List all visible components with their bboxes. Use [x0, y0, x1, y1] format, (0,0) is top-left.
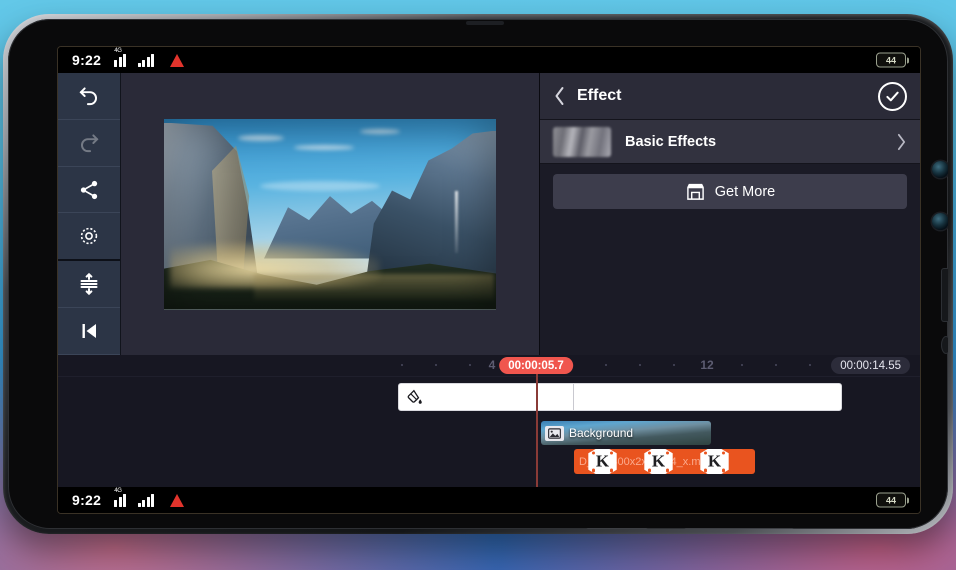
skip-to-start-icon — [82, 324, 96, 339]
kinemaster-logo-letter: K — [707, 451, 722, 471]
chevron-left-icon — [555, 87, 564, 105]
panel-title: Effect — [577, 87, 622, 104]
effect-panel-header: Effect — [540, 73, 920, 120]
signal-bars-icon — [137, 53, 155, 67]
jump-to-start-button[interactable] — [58, 308, 120, 355]
playhead-time-badge[interactable]: 00:00:05.7 — [499, 357, 573, 374]
rear-camera-lens-icon — [932, 213, 948, 230]
expand-timeline-button[interactable] — [58, 261, 120, 309]
video-preview[interactable] — [164, 118, 496, 310]
kinemaster-logo-icon: K — [644, 449, 673, 474]
undo-button[interactable] — [58, 73, 120, 120]
power-button[interactable] — [942, 337, 948, 353]
share-icon — [80, 180, 98, 199]
background-clip-label: Background — [569, 426, 634, 440]
timeline-ruler[interactable]: 4 12 00:00:05.7 00:00:14.55 — [58, 355, 920, 377]
phone-screen: 9:22 4G 44 Effect Basic Effects Get More… — [58, 47, 920, 513]
effect-category-basic-effects[interactable]: Basic Effects — [540, 120, 920, 164]
location-arrow-icon — [170, 53, 185, 67]
ruler-label: 12 — [700, 358, 714, 372]
playhead-line[interactable] — [536, 369, 538, 487]
kinemaster-logo-icon: K — [700, 449, 729, 474]
ruler-label: 4 — [488, 358, 496, 372]
battery-level-label: 44 — [885, 495, 896, 505]
store-icon — [686, 183, 704, 200]
background-video-clip[interactable]: Background — [541, 421, 711, 445]
white-layer-clip[interactable] — [398, 383, 842, 411]
status-bar-bottom: 9:22 4G 44 — [58, 487, 920, 513]
status-time: 9:22 — [72, 492, 102, 508]
redo-icon — [80, 134, 99, 152]
effect-category-label: Basic Effects — [625, 133, 717, 150]
status-bar-top: 9:22 4G 44 — [58, 47, 920, 73]
get-more-container: Get More — [540, 164, 920, 209]
speaker-grille — [684, 528, 794, 529]
left-toolbar — [58, 73, 121, 355]
confirm-button[interactable] — [878, 81, 907, 111]
rear-camera-lens-icon — [932, 161, 948, 178]
paint-bucket-icon — [407, 389, 422, 404]
audio-clip[interactable]: D_a02400x2x_1104_x.mp3 K K K — [574, 449, 755, 474]
preview-pane[interactable] — [121, 73, 540, 355]
network-type-label: 4G — [114, 487, 122, 494]
app-body: Effect Basic Effects Get More — [58, 73, 920, 355]
status-signal-group: 4G — [114, 48, 185, 67]
get-more-label: Get More — [714, 183, 776, 200]
battery-icon: 44 — [876, 52, 909, 68]
preview-vignette — [164, 119, 496, 310]
effect-thumbnail — [553, 126, 611, 157]
chevron-right-icon — [897, 133, 906, 150]
expand-rows-icon — [80, 273, 98, 296]
redo-button[interactable] — [58, 120, 120, 167]
get-more-button[interactable]: Get More — [553, 174, 907, 209]
speaker-grille — [586, 528, 648, 529]
battery-icon: 44 — [876, 492, 909, 508]
clip-split-divider — [573, 384, 574, 410]
location-arrow-icon — [170, 493, 185, 507]
total-duration-badge: 00:00:14.55 — [831, 357, 910, 374]
network-type-label: 4G — [114, 47, 122, 54]
volume-button[interactable] — [942, 269, 948, 321]
signal-bars-icon — [137, 493, 155, 507]
undo-icon — [79, 87, 98, 106]
kinemaster-logo-icon: K — [588, 449, 617, 474]
timeline[interactable]: 4 12 00:00:05.7 00:00:14.55 Background K… — [58, 355, 920, 487]
signal-bars-icon: 4G — [114, 488, 131, 507]
battery-level-label: 44 — [885, 55, 896, 65]
kinemaster-logo-letter: K — [595, 451, 610, 471]
status-time: 9:22 — [72, 52, 102, 68]
status-signal-group: 4G — [114, 488, 185, 507]
settings-button[interactable] — [58, 213, 120, 262]
signal-bars-icon: 4G — [114, 48, 131, 67]
image-glyph-icon — [548, 427, 561, 439]
share-button[interactable] — [58, 167, 120, 214]
kinemaster-logo-letter: K — [651, 451, 666, 471]
earpiece-slit — [466, 21, 504, 25]
phone-body: 9:22 4G 44 Effect Basic Effects Get More… — [8, 19, 948, 529]
check-icon — [886, 91, 899, 101]
back-button[interactable] — [553, 86, 566, 106]
image-icon — [545, 425, 564, 441]
phone-frame: 9:22 4G 44 Effect Basic Effects Get More… — [3, 14, 953, 534]
gear-icon — [80, 228, 98, 245]
effect-panel: Effect Basic Effects Get More — [540, 73, 920, 355]
